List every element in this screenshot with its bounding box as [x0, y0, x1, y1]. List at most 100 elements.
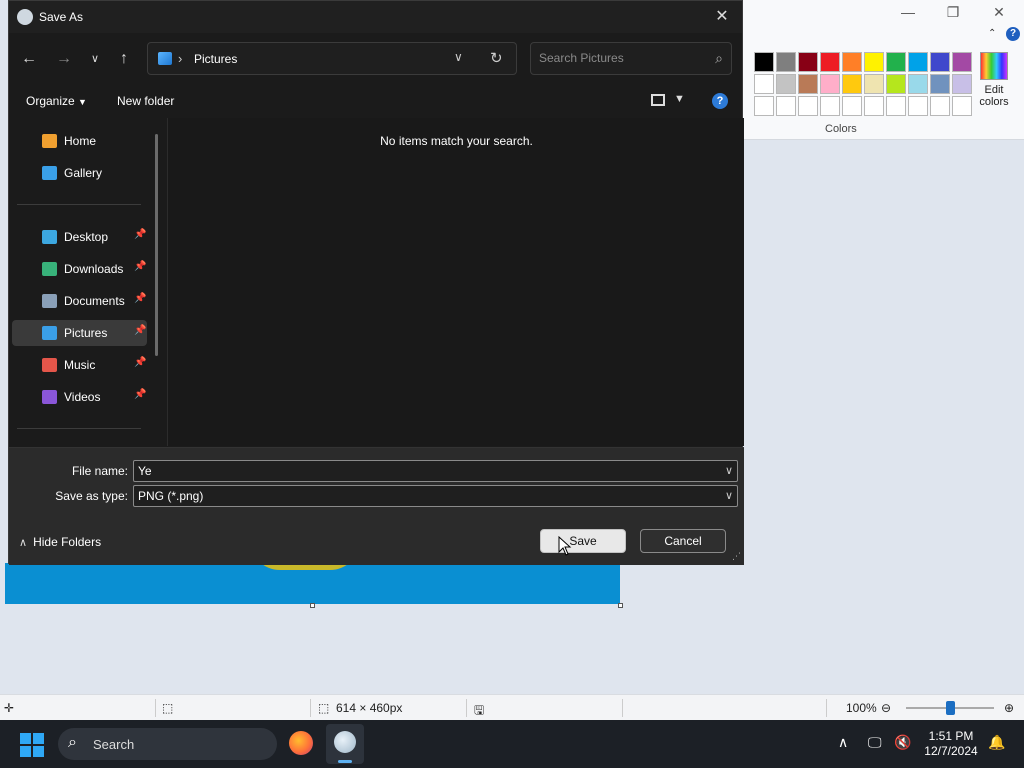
restore-icon[interactable]: ❐ [938, 2, 968, 22]
edit-colors-button[interactable]: Edit colors [976, 52, 1012, 108]
address-bar[interactable]: › Pictures ∨ ↻ [147, 42, 517, 75]
search-input[interactable] [539, 51, 699, 65]
color-swatch[interactable] [754, 52, 774, 72]
refresh-icon[interactable]: ↻ [490, 49, 503, 67]
zoom-out-icon[interactable]: ⊖ [881, 701, 891, 715]
canvas-resize-handle[interactable] [310, 603, 315, 608]
pin-icon[interactable]: 📌 [134, 293, 146, 304]
recent-locations-chevron-icon[interactable]: ∨ [83, 48, 107, 70]
cancel-button[interactable]: Cancel [640, 529, 726, 553]
color-swatch[interactable] [886, 74, 906, 94]
new-folder-button[interactable]: New folder [117, 94, 174, 108]
color-swatch[interactable] [842, 96, 862, 116]
search-icon[interactable]: ⌕ [715, 50, 723, 67]
chevron-up-icon: ∧ [19, 537, 28, 549]
gallery-icon [42, 166, 57, 180]
color-swatch[interactable] [842, 74, 862, 94]
color-swatch[interactable] [776, 52, 796, 72]
file-name-value[interactable]: Ye [138, 464, 152, 478]
sidebar-item-downloads[interactable]: Downloads 📌 [12, 256, 147, 282]
zoom-in-icon[interactable]: ⊕ [1004, 701, 1014, 715]
pin-icon[interactable]: 📌 [134, 229, 146, 240]
help-icon[interactable]: ? [1006, 27, 1020, 41]
sidebar-item-pictures[interactable]: Pictures 📌 [12, 320, 147, 346]
color-swatch[interactable] [886, 52, 906, 72]
command-bar: Organize ▼ New folder ▼ ? [9, 88, 744, 116]
save-as-type-select[interactable]: PNG (*.png) ∨ [133, 485, 738, 507]
sidebar-item-label: Downloads [64, 262, 124, 276]
firefox-icon[interactable] [289, 731, 313, 755]
color-swatch[interactable] [864, 74, 884, 94]
color-swatch[interactable] [776, 96, 796, 116]
network-icon[interactable]: 🖵 [868, 734, 882, 751]
close-icon[interactable]: ✕ [708, 5, 736, 29]
forward-arrow-icon[interactable]: → [52, 48, 76, 70]
color-swatch[interactable] [776, 74, 796, 94]
help-icon[interactable]: ? [712, 93, 728, 109]
view-options-icon[interactable] [651, 94, 665, 106]
sidebar-item-documents[interactable]: Documents 📌 [12, 288, 147, 314]
color-swatch[interactable] [952, 52, 972, 72]
sidebar-item-gallery[interactable]: Gallery [12, 160, 147, 186]
back-arrow-icon[interactable]: ← [17, 48, 41, 70]
chevron-down-icon[interactable]: ∨ [725, 464, 733, 477]
color-swatch[interactable] [798, 52, 818, 72]
sidebar-item-label: Home [64, 134, 97, 148]
pin-icon[interactable]: 📌 [134, 357, 146, 368]
chevron-down-icon[interactable]: ∨ [725, 489, 733, 502]
save-as-type-value: PNG (*.png) [138, 489, 204, 503]
sidebar-item-desktop[interactable]: Desktop 📌 [12, 224, 147, 250]
address-dropdown-icon[interactable]: ∨ [454, 50, 463, 64]
organize-menu[interactable]: Organize ▼ [26, 94, 87, 108]
color-swatch[interactable] [842, 52, 862, 72]
color-swatch[interactable] [820, 96, 840, 116]
sidebar-item-home[interactable]: Home [12, 128, 147, 154]
search-box[interactable]: ⌕ [530, 42, 732, 75]
breadcrumb-pictures[interactable]: Pictures [194, 52, 237, 66]
windows-start-icon[interactable] [20, 733, 44, 757]
color-swatch[interactable] [952, 96, 972, 116]
minimize-icon[interactable]: — [893, 2, 923, 22]
chevron-down-icon[interactable]: ▼ [674, 93, 685, 105]
ribbon-collapse-icon[interactable]: ⌃ [988, 28, 996, 39]
color-swatch[interactable] [864, 52, 884, 72]
pin-icon[interactable]: 📌 [134, 389, 146, 400]
color-swatch[interactable] [864, 96, 884, 116]
sidebar-item-music[interactable]: Music 📌 [12, 352, 147, 378]
file-name-field[interactable]: Ye ∨ [133, 460, 738, 482]
sidebar-item-videos[interactable]: Videos 📌 [12, 384, 147, 410]
show-hidden-icons-chevron-icon[interactable]: ∧ [838, 734, 848, 751]
color-swatch[interactable] [820, 52, 840, 72]
color-swatch[interactable] [930, 96, 950, 116]
pin-icon[interactable]: 📌 [134, 261, 146, 272]
canvas-resize-handle[interactable] [618, 603, 623, 608]
hide-folders-button[interactable]: ∧ Hide Folders [19, 535, 101, 549]
paint-taskbar-button[interactable] [326, 724, 364, 764]
save-button[interactable]: Save [540, 529, 626, 553]
color-swatch[interactable] [930, 74, 950, 94]
color-swatch[interactable] [798, 74, 818, 94]
color-swatch[interactable] [908, 96, 928, 116]
zoom-level[interactable]: 100% [846, 701, 877, 715]
color-swatch[interactable] [908, 74, 928, 94]
color-swatch[interactable] [754, 96, 774, 116]
up-arrow-icon[interactable]: ↑ [112, 48, 136, 70]
color-swatch[interactable] [798, 96, 818, 116]
volume-muted-icon[interactable]: 🔇 [894, 734, 911, 751]
notifications-bell-icon[interactable]: 🔔 [988, 734, 1005, 751]
system-clock[interactable]: 1:51 PM 12/7/2024 [918, 729, 984, 759]
color-swatch[interactable] [908, 52, 928, 72]
close-icon[interactable]: ✕ [984, 2, 1014, 22]
resize-grip-icon[interactable]: ⋰ [732, 551, 741, 562]
colors-group-label: Colors [825, 123, 857, 135]
color-swatch[interactable] [754, 74, 774, 94]
color-swatch[interactable] [886, 96, 906, 116]
navigation-pane-scrollbar[interactable] [155, 134, 158, 356]
color-swatch[interactable] [930, 52, 950, 72]
color-swatch[interactable] [820, 74, 840, 94]
taskbar-search[interactable]: ⌕ Search [58, 728, 277, 760]
pin-icon[interactable]: 📌 [134, 325, 146, 336]
file-list-pane[interactable]: No items match your search. [167, 118, 744, 446]
color-swatch[interactable] [952, 74, 972, 94]
zoom-slider-thumb[interactable] [946, 701, 955, 715]
